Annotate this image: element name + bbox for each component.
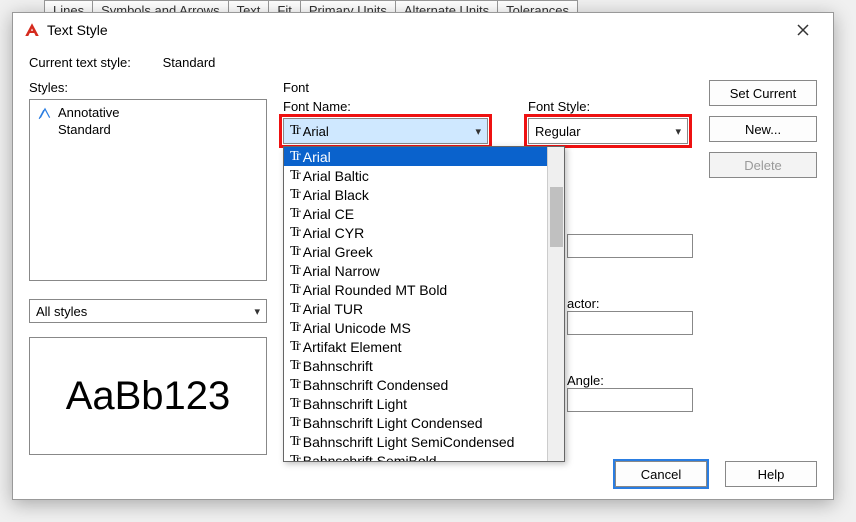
help-button[interactable]: Help [725, 461, 817, 487]
truetype-icon: Tr [290, 434, 299, 450]
font-dropdown-item[interactable]: TrArtifakt Element [284, 337, 547, 356]
current-style-row: Current text style: Standard [29, 55, 817, 70]
truetype-icon: Tr [290, 263, 299, 279]
font-dropdown-item-label: Arial Narrow [303, 263, 380, 279]
font-section-label: Font [283, 80, 693, 95]
font-dropdown-item[interactable]: TrBahnschrift Condensed [284, 375, 547, 394]
font-dropdown-item[interactable]: TrArial TUR [284, 299, 547, 318]
truetype-icon: Tr [290, 149, 299, 165]
oblique-angle-label-fragment: Angle: [567, 373, 693, 388]
font-dropdown-item[interactable]: TrArial Narrow [284, 261, 547, 280]
truetype-icon: Tr [290, 206, 299, 222]
font-dropdown-item-label: Bahnschrift Light Condensed [303, 415, 483, 431]
height-input[interactable] [567, 234, 693, 258]
font-name-label: Font Name: [283, 99, 488, 114]
font-dropdown-item[interactable]: TrArial Black [284, 185, 547, 204]
filter-value: All styles [36, 304, 87, 319]
truetype-icon: Tr [290, 339, 299, 355]
font-style-value: Regular [535, 124, 581, 139]
chevron-down-icon: ▾ [675, 125, 681, 138]
font-style-combo[interactable]: Regular ▾ [528, 118, 688, 144]
titlebar: Text Style [13, 13, 833, 47]
truetype-icon: Tr [290, 187, 299, 203]
font-dropdown-item-label: Bahnschrift [303, 358, 373, 374]
font-dropdown-item[interactable]: TrArial Unicode MS [284, 318, 547, 337]
set-current-button[interactable]: Set Current [709, 80, 817, 106]
new-button[interactable]: New... [709, 116, 817, 142]
close-icon [797, 24, 809, 36]
style-item-label: Standard [58, 122, 111, 137]
font-dropdown-item[interactable]: TrArial CE [284, 204, 547, 223]
font-dropdown-item-label: Arial Black [303, 187, 369, 203]
truetype-icon: Tr [290, 244, 299, 260]
truetype-icon: Tr [290, 301, 299, 317]
font-name-combo[interactable]: Tr Arial ▾ TrArialTrArial BalticTrArial … [283, 118, 488, 144]
font-dropdown-item[interactable]: TrBahnschrift [284, 356, 547, 375]
current-style-value: Standard [163, 55, 216, 70]
font-dropdown-item[interactable]: TrBahnschrift Light Condensed [284, 413, 547, 432]
font-dropdown-item-label: Arial CYR [303, 225, 364, 241]
font-style-label: Font Style: [528, 99, 688, 114]
preview-text: AaBb123 [66, 374, 231, 419]
font-dropdown-item-label: Bahnschrift Light [303, 396, 407, 412]
preview-box: AaBb123 [29, 337, 267, 455]
truetype-icon: Tr [290, 320, 299, 336]
truetype-icon: Tr [290, 358, 299, 374]
font-name-dropdown[interactable]: TrArialTrArial BalticTrArial BlackTrAria… [283, 146, 565, 462]
font-dropdown-item-label: Arial Unicode MS [303, 320, 411, 336]
cancel-button[interactable]: Cancel [615, 461, 707, 487]
font-dropdown-item[interactable]: Tr Bahnschrift SemiBold [284, 451, 547, 462]
delete-button: Delete [709, 152, 817, 178]
dialog-title: Text Style [47, 22, 783, 38]
font-name-value: Arial [303, 124, 329, 139]
styles-filter-select[interactable]: All styles ▾ [29, 299, 267, 323]
font-dropdown-item[interactable]: TrArial Rounded MT Bold [284, 280, 547, 299]
font-dropdown-item[interactable]: TrArial Baltic [284, 166, 547, 185]
width-factor-label-fragment: actor: [567, 296, 693, 311]
chevron-down-icon: ▾ [254, 305, 260, 318]
close-button[interactable] [783, 15, 823, 45]
truetype-icon: Tr [290, 225, 299, 241]
autocad-icon [23, 21, 41, 39]
styles-listbox[interactable]: Annotative Standard [29, 99, 267, 281]
truetype-icon: Tr [290, 168, 299, 184]
style-item-annotative[interactable]: Annotative [36, 104, 260, 121]
font-dropdown-item-label: Arial Rounded MT Bold [303, 282, 447, 298]
font-dropdown-item-label: Arial Baltic [303, 168, 369, 184]
font-dropdown-item-label: Bahnschrift SemiBold [303, 453, 437, 463]
annotative-icon [38, 106, 52, 120]
font-dropdown-item[interactable]: TrArial [284, 147, 547, 166]
style-item-label: Annotative [58, 105, 119, 120]
truetype-icon: Tr [290, 123, 299, 139]
truetype-icon: Tr [290, 453, 299, 463]
chevron-down-icon: ▾ [475, 125, 481, 138]
font-dropdown-item[interactable]: TrBahnschrift Light [284, 394, 547, 413]
font-dropdown-item[interactable]: TrArial CYR [284, 223, 547, 242]
width-factor-input[interactable] [567, 311, 693, 335]
font-dropdown-item-label: Arial Greek [303, 244, 373, 260]
truetype-icon: Tr [290, 396, 299, 412]
font-dropdown-item[interactable]: TrArial Greek [284, 242, 547, 261]
font-dropdown-item-label: Arial CE [303, 206, 354, 222]
font-dropdown-item-label: Arial [303, 149, 331, 165]
font-dropdown-item-label: Artifakt Element [303, 339, 402, 355]
style-item-standard[interactable]: Standard [36, 121, 260, 138]
font-dropdown-item-label: Bahnschrift Light SemiCondensed [303, 434, 515, 450]
font-dropdown-item[interactable]: TrBahnschrift Light SemiCondensed [284, 432, 547, 451]
truetype-icon: Tr [290, 377, 299, 393]
styles-label: Styles: [29, 80, 267, 95]
font-dropdown-item-label: Bahnschrift Condensed [303, 377, 449, 393]
font-dropdown-item-label: Arial TUR [303, 301, 363, 317]
truetype-icon: Tr [290, 282, 299, 298]
scrollbar-thumb[interactable] [550, 187, 563, 247]
dropdown-scrollbar[interactable] [547, 147, 564, 462]
oblique-angle-input[interactable] [567, 388, 693, 412]
truetype-icon: Tr [290, 415, 299, 431]
current-style-label: Current text style: [29, 55, 159, 70]
text-style-dialog: Text Style Current text style: Standard … [12, 12, 834, 500]
